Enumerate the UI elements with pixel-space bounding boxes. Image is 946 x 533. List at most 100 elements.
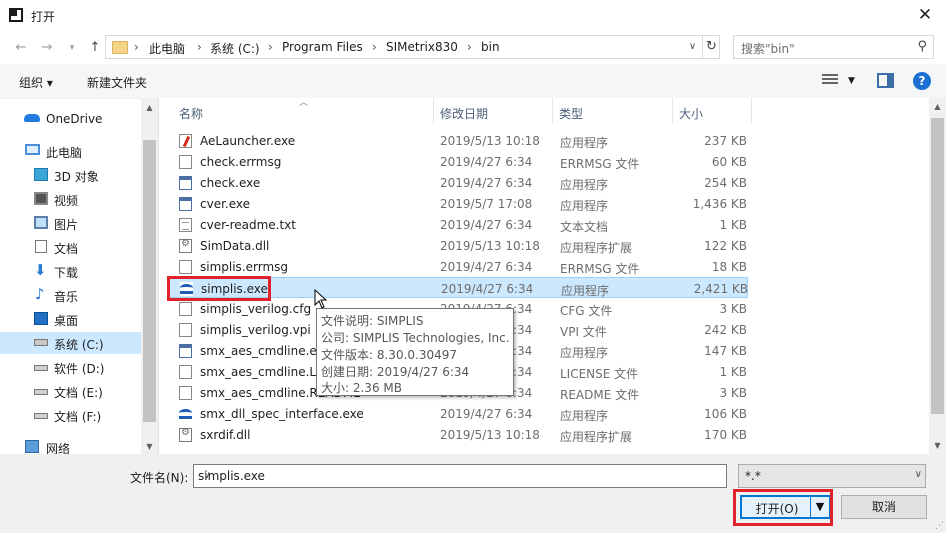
sidebar-item-label: 此电脑 (46, 146, 83, 160)
file-type: 应用程序 (560, 346, 609, 360)
sidebar-item-3d-objects[interactable]: 3D 对象 (0, 164, 141, 186)
scroll-down-icon[interactable]: ▼ (141, 438, 158, 455)
file-name: AeLauncher.exe (200, 134, 296, 148)
sidebar-item-system-c[interactable]: 系统 (C:) (0, 332, 141, 354)
app-icon (9, 8, 23, 22)
sidebar-item-label: 文档 (54, 242, 79, 256)
filename-dropdown-icon[interactable]: ∨ (198, 465, 216, 487)
scroll-down-icon[interactable]: ▼ (929, 437, 946, 454)
file-row[interactable]: SimData.dll 2019/5/13 10:18 应用程序扩展 122 KB (167, 235, 748, 256)
sidebar-item-documents-f[interactable]: 文档 (F:) (0, 404, 141, 426)
sidebar-item-documents-e[interactable]: 文档 (E:) (0, 380, 141, 402)
up-arrow-icon[interactable]: ↑ (86, 39, 104, 57)
file-row[interactable]: smx_dll_spec_interface.exe 2019/4/27 6:34… (167, 403, 748, 424)
sidebar-item-label: 文档 (E:) (54, 386, 103, 400)
file-type-filter[interactable]: *.* ∨ (738, 464, 926, 488)
file-row[interactable]: check.errmsg 2019/4/27 6:34 ERRMSG 文件 60 KB (167, 151, 748, 172)
tooltip-line: 创建日期: 2019/4/27 6:34 (321, 365, 470, 379)
tooltip-line: 文件说明: SIMPLIS (321, 314, 424, 328)
new-folder-button[interactable]: 新建文件夹 (87, 74, 147, 91)
folder-icon (112, 41, 128, 54)
resize-grip-icon[interactable]: ⋰ (935, 521, 944, 531)
breadcrumb-simetrix830[interactable]: SIMetrix830 (386, 40, 458, 54)
search-box[interactable]: 搜索"bin" ⚲ (733, 35, 934, 59)
view-dropdown-icon[interactable]: ▼ (848, 76, 855, 86)
file-size: 1,436 KB (692, 197, 747, 211)
file-type: CFG 文件 (560, 304, 613, 318)
breadcrumb-system-c[interactable]: 系统 (C:) (210, 40, 260, 57)
sidebar-item-videos[interactable]: 视频 (0, 188, 141, 210)
filename-input[interactable]: simplis.exe ∨ (193, 464, 727, 488)
refresh-icon[interactable]: ↻ (702, 36, 720, 58)
file-row[interactable]: simplis.errmsg 2019/4/27 6:34 ERRMSG 文件 18 … (167, 256, 748, 277)
file-size: 3 KB (719, 302, 747, 316)
sidebar-item-label: 音乐 (54, 290, 79, 304)
preview-pane-icon[interactable] (877, 73, 894, 88)
file-modified-date: 2019/5/13 10:18 (440, 239, 540, 253)
window-title: 打开 (31, 10, 56, 24)
cloud-icon (24, 114, 40, 122)
sidebar-item-desktop[interactable]: 桌面 (0, 308, 141, 330)
file-type: VPI 文件 (560, 325, 607, 339)
file-row[interactable]: check.exe 2019/4/27 6:34 应用程序 254 KB (167, 172, 748, 193)
column-header-size[interactable]: 大小 (673, 98, 752, 124)
filter-dropdown-icon[interactable]: ∨ (915, 469, 922, 480)
file-type: 应用程序 (560, 178, 609, 192)
column-header-type[interactable]: 类型 (553, 98, 673, 124)
file-size: 1 KB (719, 218, 747, 232)
highlight-box (733, 489, 833, 526)
sidebar-item-documents[interactable]: 文档 (0, 236, 141, 258)
breadcrumb-bin[interactable]: bin (481, 40, 500, 54)
column-header-date[interactable]: 修改日期 (434, 98, 553, 124)
file-row[interactable]: AeLauncher.exe 2019/5/13 10:18 应用程序 237 KB (167, 130, 748, 151)
sidebar-item-software-d[interactable]: 软件 (D:) (0, 356, 141, 378)
close-button[interactable]: ✕ (905, 2, 945, 28)
scroll-thumb[interactable] (931, 118, 944, 414)
file-name: smx_dll_spec_interface.exe (200, 407, 364, 421)
recent-locations-icon[interactable]: ▾ (63, 39, 81, 57)
video-icon (34, 192, 48, 205)
file-row[interactable]: cver-readme.txt 2019/4/27 6:34 文本文档 1 KB (167, 214, 748, 235)
breadcrumb-program-files[interactable]: Program Files (282, 40, 363, 54)
search-placeholder: 搜索"bin" (741, 42, 795, 56)
organize-menu[interactable]: 组织 ▾ (19, 74, 53, 91)
view-options-icon[interactable] (822, 74, 838, 88)
file-size: 254 KB (704, 176, 747, 190)
breadcrumb-this-pc[interactable]: 此电脑 (149, 40, 185, 57)
download-icon: ⬇ (34, 261, 47, 279)
breadcrumb-separator: › (134, 40, 139, 54)
sidebar-item-this-pc[interactable]: 此电脑 (0, 140, 141, 162)
file-size: 18 KB (711, 260, 747, 274)
sidebar-item-pictures[interactable]: 图片 (0, 212, 141, 234)
search-icon[interactable]: ⚲ (917, 39, 927, 54)
sidebar-scrollbar[interactable]: ▲ ▼ (141, 99, 158, 455)
file-name: cver.exe (200, 197, 251, 211)
file-modified-date: 2019/5/13 10:18 (440, 134, 540, 148)
sidebar-item-label: OneDrive (46, 112, 103, 126)
sidebar-item-music[interactable]: ♪ 音乐 (0, 284, 141, 306)
back-arrow-icon[interactable]: ← (12, 39, 30, 57)
scroll-up-icon[interactable]: ▲ (141, 99, 158, 116)
breadcrumb-separator: › (197, 40, 202, 54)
help-icon[interactable]: ? (913, 72, 931, 90)
file-list-scrollbar[interactable]: ▲ ▼ (929, 98, 946, 454)
forward-arrow-icon[interactable]: → (38, 39, 56, 57)
address-bar[interactable]: › 此电脑 › 系统 (C:) › Program Files › SIMetr… (105, 35, 720, 59)
file-type: ERRMSG 文件 (560, 262, 640, 276)
file-size: 1 KB (719, 365, 747, 379)
file-list: ︿ 名称 修改日期 类型 大小 AeLauncher.exe 2019/5/13 … (158, 98, 946, 454)
scroll-thumb[interactable] (143, 140, 156, 422)
file-modified-date: 2019/4/27 6:34 (441, 282, 534, 296)
breadcrumb-separator: › (268, 40, 273, 54)
address-dropdown-icon[interactable]: ∨ (682, 36, 702, 58)
cancel-button[interactable]: 取消 (841, 495, 927, 519)
column-header-name[interactable]: 名称 (159, 98, 434, 124)
file-info-tooltip: 文件说明: SIMPLIS 公司: SIMPLIS Technologies, … (316, 308, 514, 396)
file-row[interactable]: cver.exe 2019/5/7 17:08 应用程序 1,436 KB (167, 193, 748, 214)
sidebar-item-downloads[interactable]: ⬇ 下载 (0, 260, 141, 282)
file-modified-date: 2019/4/27 6:34 (440, 407, 533, 421)
scroll-up-icon[interactable]: ▲ (929, 98, 946, 115)
sidebar-item-onedrive[interactable]: OneDrive (0, 108, 141, 130)
file-size: 237 KB (704, 134, 747, 148)
file-row[interactable]: sxrdif.dll 2019/5/13 10:18 应用程序扩展 170 KB (167, 424, 748, 445)
